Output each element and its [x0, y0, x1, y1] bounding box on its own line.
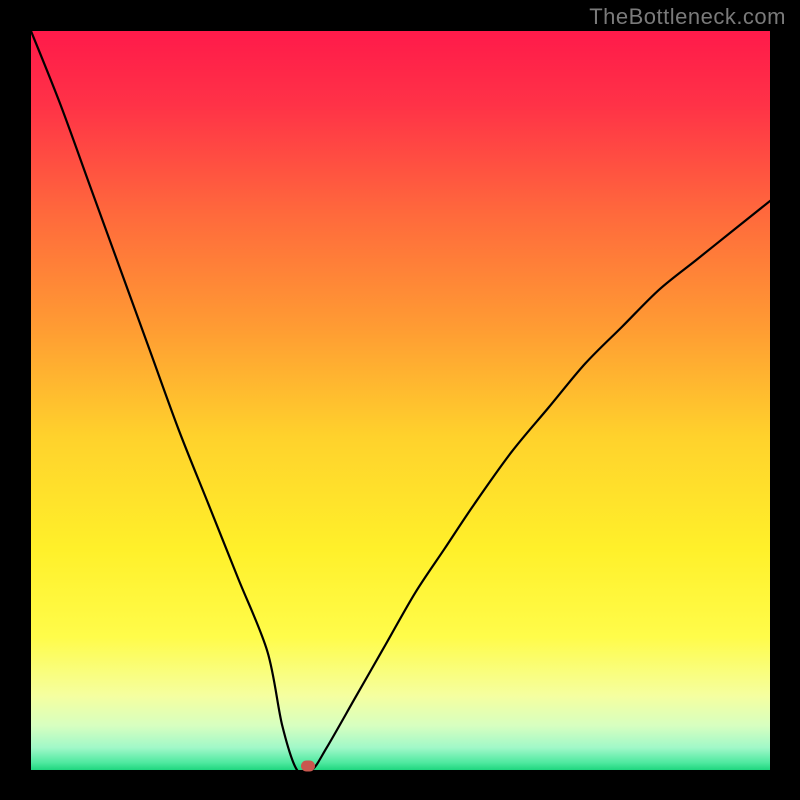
optimum-marker	[301, 761, 315, 772]
watermark-text: TheBottleneck.com	[589, 4, 786, 30]
curve-layer	[31, 31, 770, 770]
plot-area	[31, 31, 770, 770]
chart-frame: TheBottleneck.com	[0, 0, 800, 800]
bottleneck-curve	[31, 31, 770, 770]
